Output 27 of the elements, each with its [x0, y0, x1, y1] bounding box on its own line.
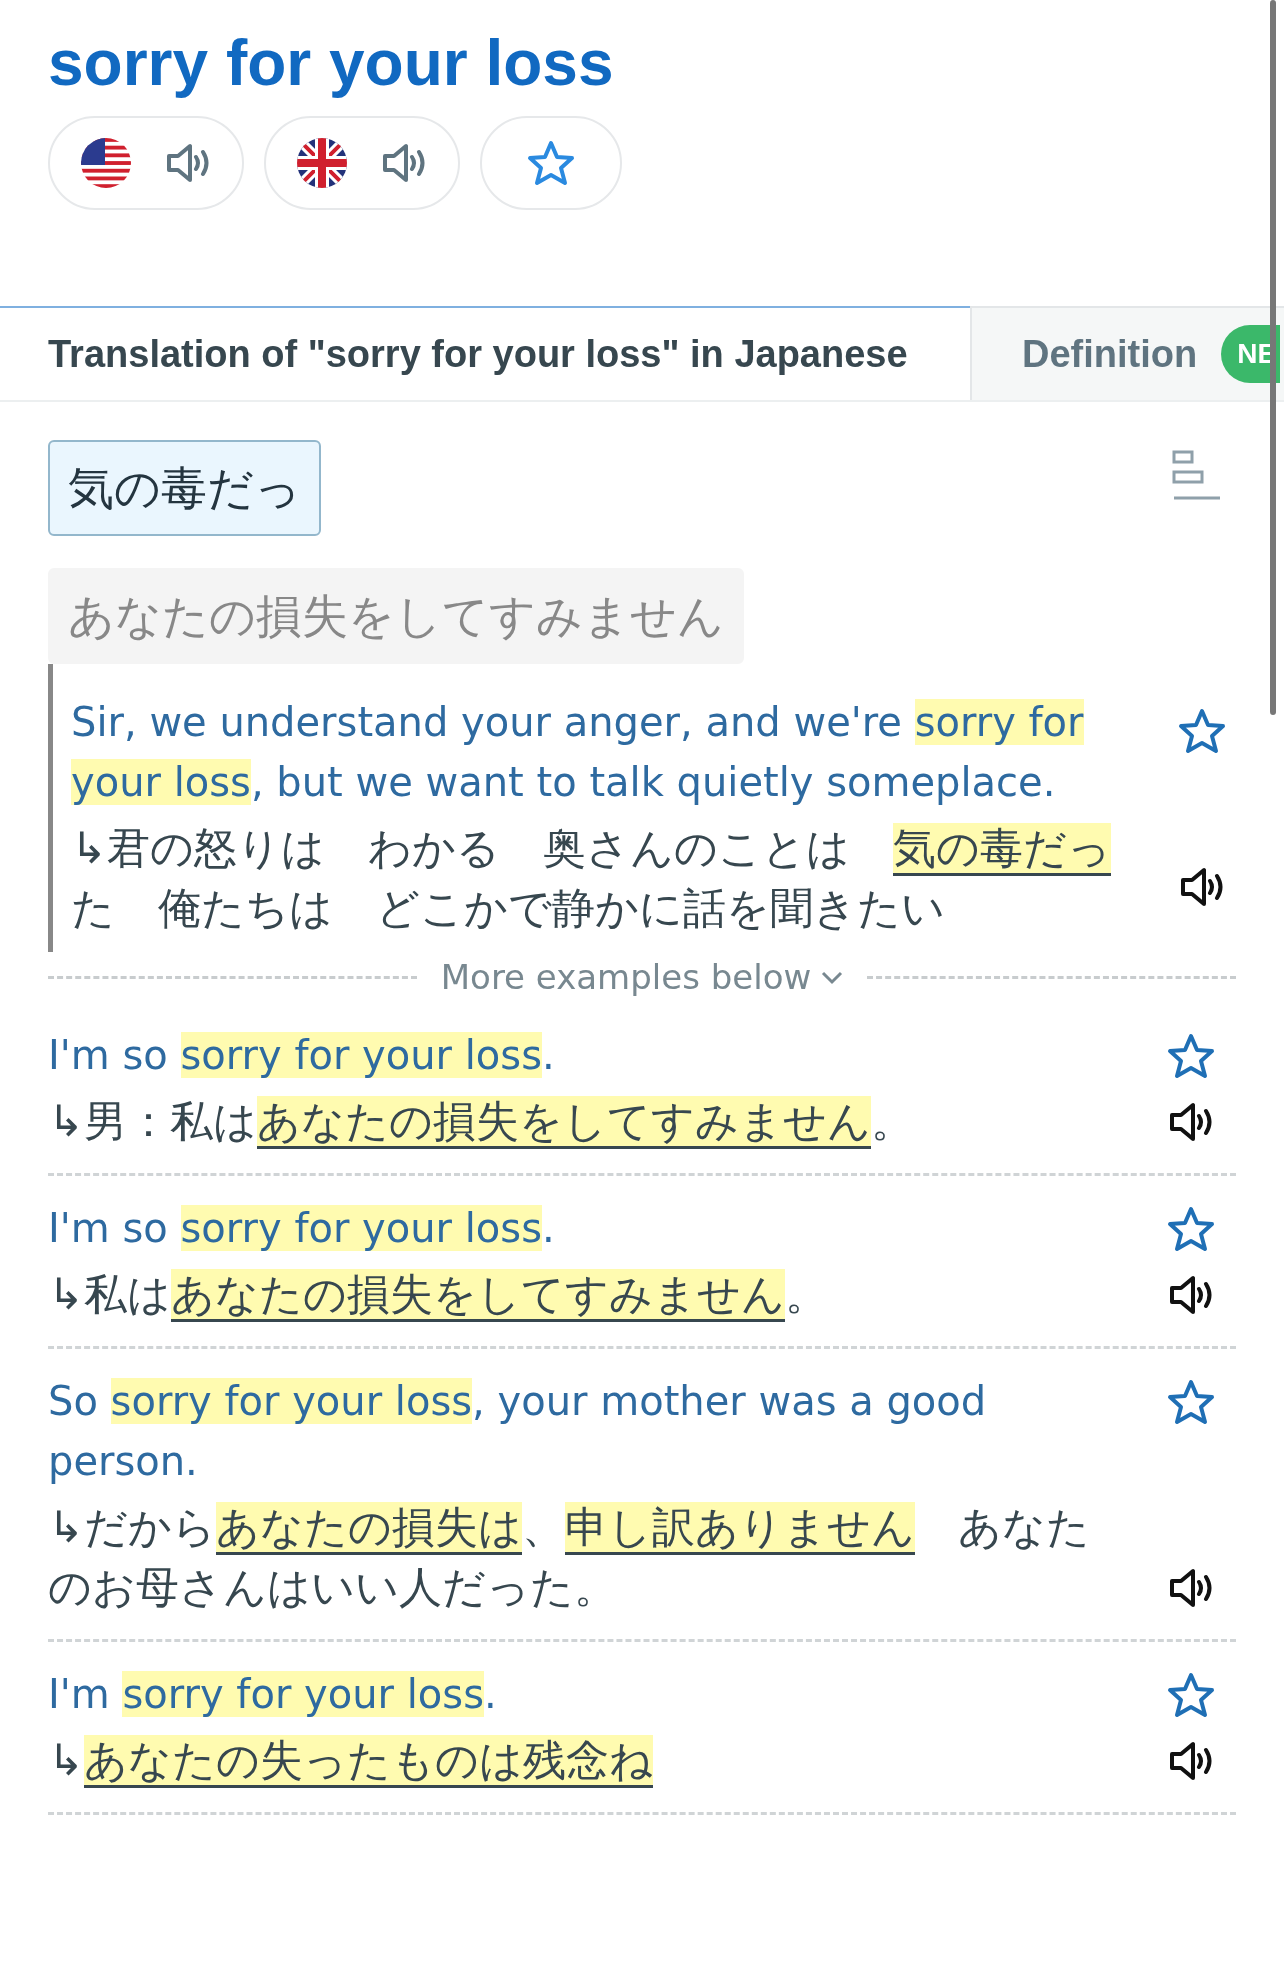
page-title: sorry for your loss — [48, 26, 615, 101]
speaker-icon[interactable] — [1179, 866, 1225, 908]
scrollbar[interactable] — [1270, 0, 1276, 715]
star-icon[interactable] — [527, 140, 575, 186]
pronunciation-button[interactable] — [264, 116, 460, 210]
speaker-icon[interactable] — [1168, 1101, 1214, 1143]
example-sentence: Sir, we understand your anger, and we're sorry for your loss, but we want to talk quietly someplace. — [71, 698, 1085, 807]
example-sentence: So sorry for your loss, your mother was a good person. — [48, 1377, 988, 1486]
star-icon[interactable] — [1178, 708, 1226, 754]
favorite-button[interactable] — [480, 116, 622, 210]
translated-sentence: ↳君の怒りは わかる 奥さんのことは 気の毒だっ た 俺たちは どこかで静かに話を聞きたい — [71, 822, 1113, 935]
star-icon[interactable] — [1167, 1672, 1215, 1718]
star-icon[interactable] — [1167, 1379, 1215, 1425]
star-icon[interactable] — [1167, 1206, 1215, 1252]
translated-sentence: ↳だから あなたの損失は、申し訳ありません あなたのお母さんはいい人だった。 — [48, 1501, 1092, 1614]
translated-sentence: ↳あなたの失ったものは残念ね — [48, 1730, 1130, 1790]
pronunciation-button[interactable] — [48, 116, 244, 210]
uk-flag-icon — [297, 138, 347, 188]
translation-chip[interactable]: あなたの損失をしてすみません — [48, 568, 744, 664]
more-examples-button[interactable]: More examples below — [440, 952, 844, 1003]
speaker-icon[interactable] — [1168, 1274, 1214, 1316]
us-flag-icon — [81, 138, 131, 188]
speaker-icon[interactable] — [1168, 1567, 1214, 1609]
chevron-down-icon — [821, 970, 844, 985]
translation-chip[interactable]: 気の毒だっ — [48, 440, 321, 536]
star-icon[interactable] — [1167, 1033, 1215, 1079]
speaker-icon[interactable] — [1168, 1740, 1214, 1782]
